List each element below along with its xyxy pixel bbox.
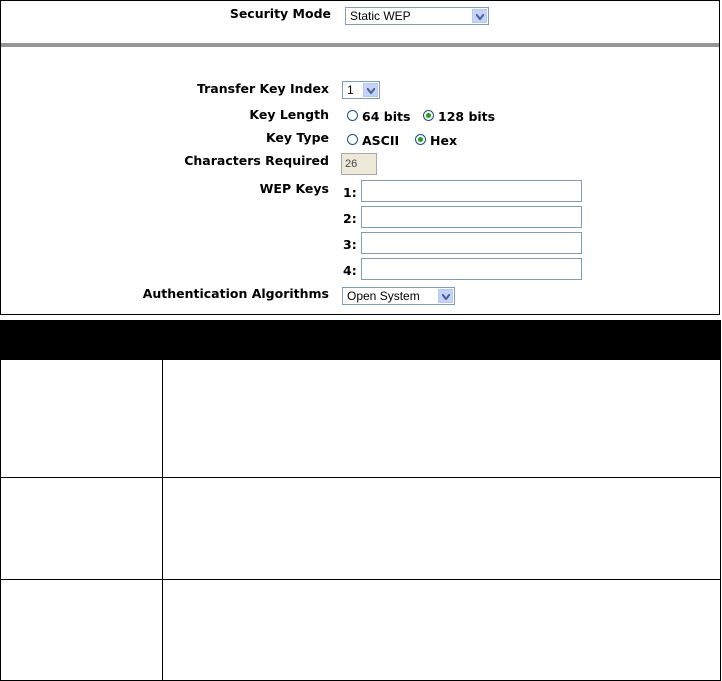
chevron-down-icon xyxy=(363,83,378,97)
transfer-key-index-label: Transfer Key Index xyxy=(196,81,329,96)
table-row xyxy=(1,579,720,680)
key-length-128-radio[interactable] xyxy=(423,110,434,121)
chevron-down-icon xyxy=(472,9,487,23)
authentication-select[interactable]: Open System xyxy=(342,287,455,305)
authentication-value: Open System xyxy=(347,289,420,303)
chevron-down-icon xyxy=(438,289,453,303)
wep-keys-label: WEP Keys xyxy=(259,181,329,196)
description-table xyxy=(0,320,721,681)
wep-key-1-input[interactable] xyxy=(361,180,582,202)
key-type-ascii-label: ASCII xyxy=(362,133,400,148)
section-divider xyxy=(1,43,719,47)
key-type-hex-label: Hex xyxy=(430,133,458,148)
key-length-64-radio[interactable] xyxy=(347,110,358,121)
transfer-key-index-select[interactable]: 1 xyxy=(342,81,380,99)
key-length-128-label: 128 bits xyxy=(438,109,496,124)
key-length-label: Key Length xyxy=(249,107,329,122)
security-mode-select[interactable]: Static WEP xyxy=(345,7,489,25)
key-length-64-label: 64 bits xyxy=(362,109,411,124)
characters-required-field: 26 xyxy=(341,153,377,175)
key-type-ascii-radio[interactable] xyxy=(347,134,358,145)
wep-key-3-input[interactable] xyxy=(361,232,582,254)
security-mode-value: Static WEP xyxy=(350,9,411,23)
wep-key-4-input[interactable] xyxy=(361,258,582,280)
table-row xyxy=(1,477,720,579)
wep-key-1-index: 1: xyxy=(343,185,357,200)
key-type-hex-radio[interactable] xyxy=(415,134,426,145)
authentication-label: Authentication Algorithms xyxy=(142,286,329,301)
table-cell xyxy=(1,478,163,579)
wep-key-4-index: 4: xyxy=(343,263,357,278)
key-type-label: Key Type xyxy=(265,130,329,145)
radio-selected-dot xyxy=(426,113,431,118)
radio-selected-dot xyxy=(418,137,423,142)
table-cell xyxy=(1,580,163,680)
table-cell xyxy=(1,360,163,477)
transfer-key-index-value: 1 xyxy=(347,83,354,97)
security-mode-label: Security Mode xyxy=(229,6,331,21)
security-settings-panel: Security Mode Static WEP Transfer Key In… xyxy=(0,0,720,315)
wep-key-3-index: 3: xyxy=(343,237,357,252)
wep-key-2-input[interactable] xyxy=(361,206,582,228)
table-row xyxy=(1,359,720,477)
characters-required-label: Characters Required xyxy=(184,153,329,168)
wep-key-2-index: 2: xyxy=(343,211,357,226)
table-header xyxy=(1,321,720,359)
